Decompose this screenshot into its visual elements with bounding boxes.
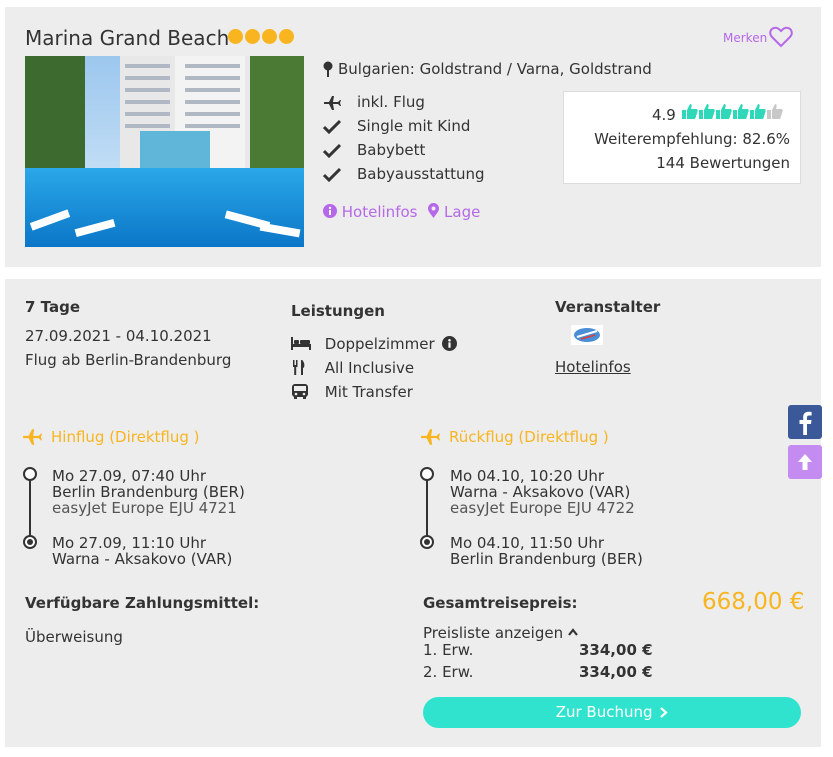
star-icon xyxy=(228,29,243,44)
feature-label: Single mit Kind xyxy=(357,117,471,135)
price-row-amount: 334,00 € xyxy=(579,641,653,659)
hotel-name[interactable]: Marina Grand Beach xyxy=(25,26,229,50)
payment-heading: Verfügbare Zahlungsmittel: xyxy=(25,594,260,612)
operator-heading: Veranstalter xyxy=(555,298,661,316)
recommendation-rate: Weiterempfehlung: 82.6% xyxy=(594,130,790,148)
operator-hotelinfos-link[interactable]: Hotelinfos xyxy=(555,358,631,376)
feature-item: inkl. Flug xyxy=(323,93,425,111)
departure-time: Mo 04.10, 10:20 Uhr xyxy=(450,467,605,485)
check-icon xyxy=(323,167,341,183)
arrival-airport: Warna - Aksakovo (VAR) xyxy=(52,550,233,568)
service-label: Doppelzimmer xyxy=(324,335,435,353)
return-arrival: Mo 04.10, 11:50 Uhr Berlin Brandenburg (… xyxy=(450,535,643,567)
travel-dates: 27.09.2021 - 04.10.2021 xyxy=(25,327,212,345)
check-icon xyxy=(323,119,341,135)
feature-label: inkl. Flug xyxy=(357,93,425,111)
plane-icon xyxy=(324,96,341,110)
thumb-up-icon xyxy=(733,104,749,119)
hotel-location: Bulgarien: Goldstrand / Varna, Goldstran… xyxy=(323,60,652,78)
outbound-departure: Mo 27.09, 07:40 Uhr Berlin Brandenburg (… xyxy=(52,468,245,516)
star-icon xyxy=(245,29,260,44)
outbound-title: Hinflug (Direktflug ) xyxy=(51,428,200,446)
hotel-links: Hotelinfos Lage xyxy=(323,203,480,221)
rating-box: 4.9 Weiterempfehlung: 82.6% 144 Bewertun… xyxy=(563,91,801,184)
location-icon xyxy=(428,203,440,218)
facebook-icon xyxy=(799,411,812,435)
check-icon xyxy=(323,143,341,159)
star-icon xyxy=(279,29,294,44)
departure-airport: Warna - Aksakovo (VAR) xyxy=(450,483,631,501)
hotelinfos-link[interactable]: Hotelinfos xyxy=(342,203,418,221)
total-price: 668,00 € xyxy=(702,589,805,615)
departure-marker xyxy=(420,467,434,481)
hotel-photo[interactable] xyxy=(25,56,304,247)
offer-card: 7 Tage 27.09.2021 - 04.10.2021 Flug ab B… xyxy=(5,279,821,747)
return-title: Rückflug (Direktflug ) xyxy=(449,428,609,446)
plane-icon xyxy=(421,429,440,445)
feature-label: Babyausstattung xyxy=(357,165,485,183)
arrival-time: Mo 04.10, 11:50 Uhr xyxy=(450,534,605,552)
service-label: Mit Transfer xyxy=(324,383,413,401)
price-row-amount: 334,00 € xyxy=(579,663,653,681)
departure-time: Mo 27.09, 07:40 Uhr xyxy=(52,467,207,485)
info-icon[interactable] xyxy=(442,336,458,351)
departure-airport: Flug ab Berlin-Brandenburg xyxy=(25,351,232,369)
arrow-up-icon xyxy=(798,454,812,470)
facebook-button[interactable] xyxy=(788,405,822,439)
service-item: Mit Transfer xyxy=(291,383,413,401)
review-count[interactable]: 144 Bewertungen xyxy=(656,154,790,172)
service-item: Doppelzimmer xyxy=(291,335,458,353)
services-heading: Leistungen xyxy=(291,302,385,320)
booking-button-label: Zur Buchung xyxy=(555,703,653,721)
duration: 7 Tage xyxy=(25,298,80,316)
plane-icon xyxy=(23,429,42,445)
price-heading: Gesamtreisepreis: xyxy=(423,594,578,612)
price-list-toggle-label: Preisliste anzeigen xyxy=(423,624,564,642)
rating-score: 4.9 xyxy=(652,106,676,124)
map-pin-icon xyxy=(323,61,333,77)
bus-icon xyxy=(292,384,308,399)
operator-logo xyxy=(571,325,603,345)
thumb-up-icon xyxy=(716,104,732,119)
bed-icon xyxy=(291,337,311,350)
info-icon xyxy=(323,204,337,218)
chevron-right-icon xyxy=(660,707,668,718)
feature-item: Babyausstattung xyxy=(323,165,485,183)
lage-link[interactable]: Lage xyxy=(444,203,480,221)
scroll-top-button[interactable] xyxy=(788,445,822,479)
service-item: All Inclusive xyxy=(291,359,414,377)
price-list-toggle[interactable]: Preisliste anzeigen xyxy=(423,624,578,642)
payment-method: Überweisung xyxy=(25,628,123,646)
service-label: All Inclusive xyxy=(324,359,415,377)
star-icon xyxy=(262,29,277,44)
arrival-time: Mo 27.09, 11:10 Uhr xyxy=(52,534,207,552)
hotel-card: Marina Grand Beach Merken Bulgarien: Gol… xyxy=(5,7,821,267)
chevron-up-icon xyxy=(568,628,578,636)
heart-icon[interactable] xyxy=(769,26,793,48)
departure-airport: Berlin Brandenburg (BER) xyxy=(52,483,245,501)
thumb-up-icon xyxy=(767,104,783,119)
return-timeline xyxy=(426,474,428,542)
airline: easyJet Europe EJU 4722 xyxy=(450,499,635,517)
feature-label: Babybett xyxy=(357,141,426,159)
return-departure: Mo 04.10, 10:20 Uhr Warna - Aksakovo (VA… xyxy=(450,468,635,516)
price-row-label: 2. Erw. xyxy=(423,663,474,681)
thumb-up-icon xyxy=(682,104,698,119)
location-text: Bulgarien: Goldstrand / Varna, Goldstran… xyxy=(338,60,652,78)
cutlery-icon xyxy=(293,360,305,375)
arrival-airport: Berlin Brandenburg (BER) xyxy=(450,550,643,568)
booking-button[interactable]: Zur Buchung xyxy=(423,697,801,728)
airline: easyJet Europe EJU 4721 xyxy=(52,499,237,517)
thumb-up-icon xyxy=(699,104,715,119)
merken-link[interactable]: Merken xyxy=(723,31,767,45)
outbound-arrival: Mo 27.09, 11:10 Uhr Warna - Aksakovo (VA… xyxy=(52,535,232,567)
departure-marker xyxy=(23,467,37,481)
arrival-marker xyxy=(23,535,37,549)
feature-item: Babybett xyxy=(323,141,425,159)
price-row-label: 1. Erw. xyxy=(423,641,474,659)
arrival-marker xyxy=(420,535,434,549)
outbound-timeline xyxy=(29,474,31,542)
feature-item: Single mit Kind xyxy=(323,117,470,135)
thumb-up-icon xyxy=(750,104,766,119)
